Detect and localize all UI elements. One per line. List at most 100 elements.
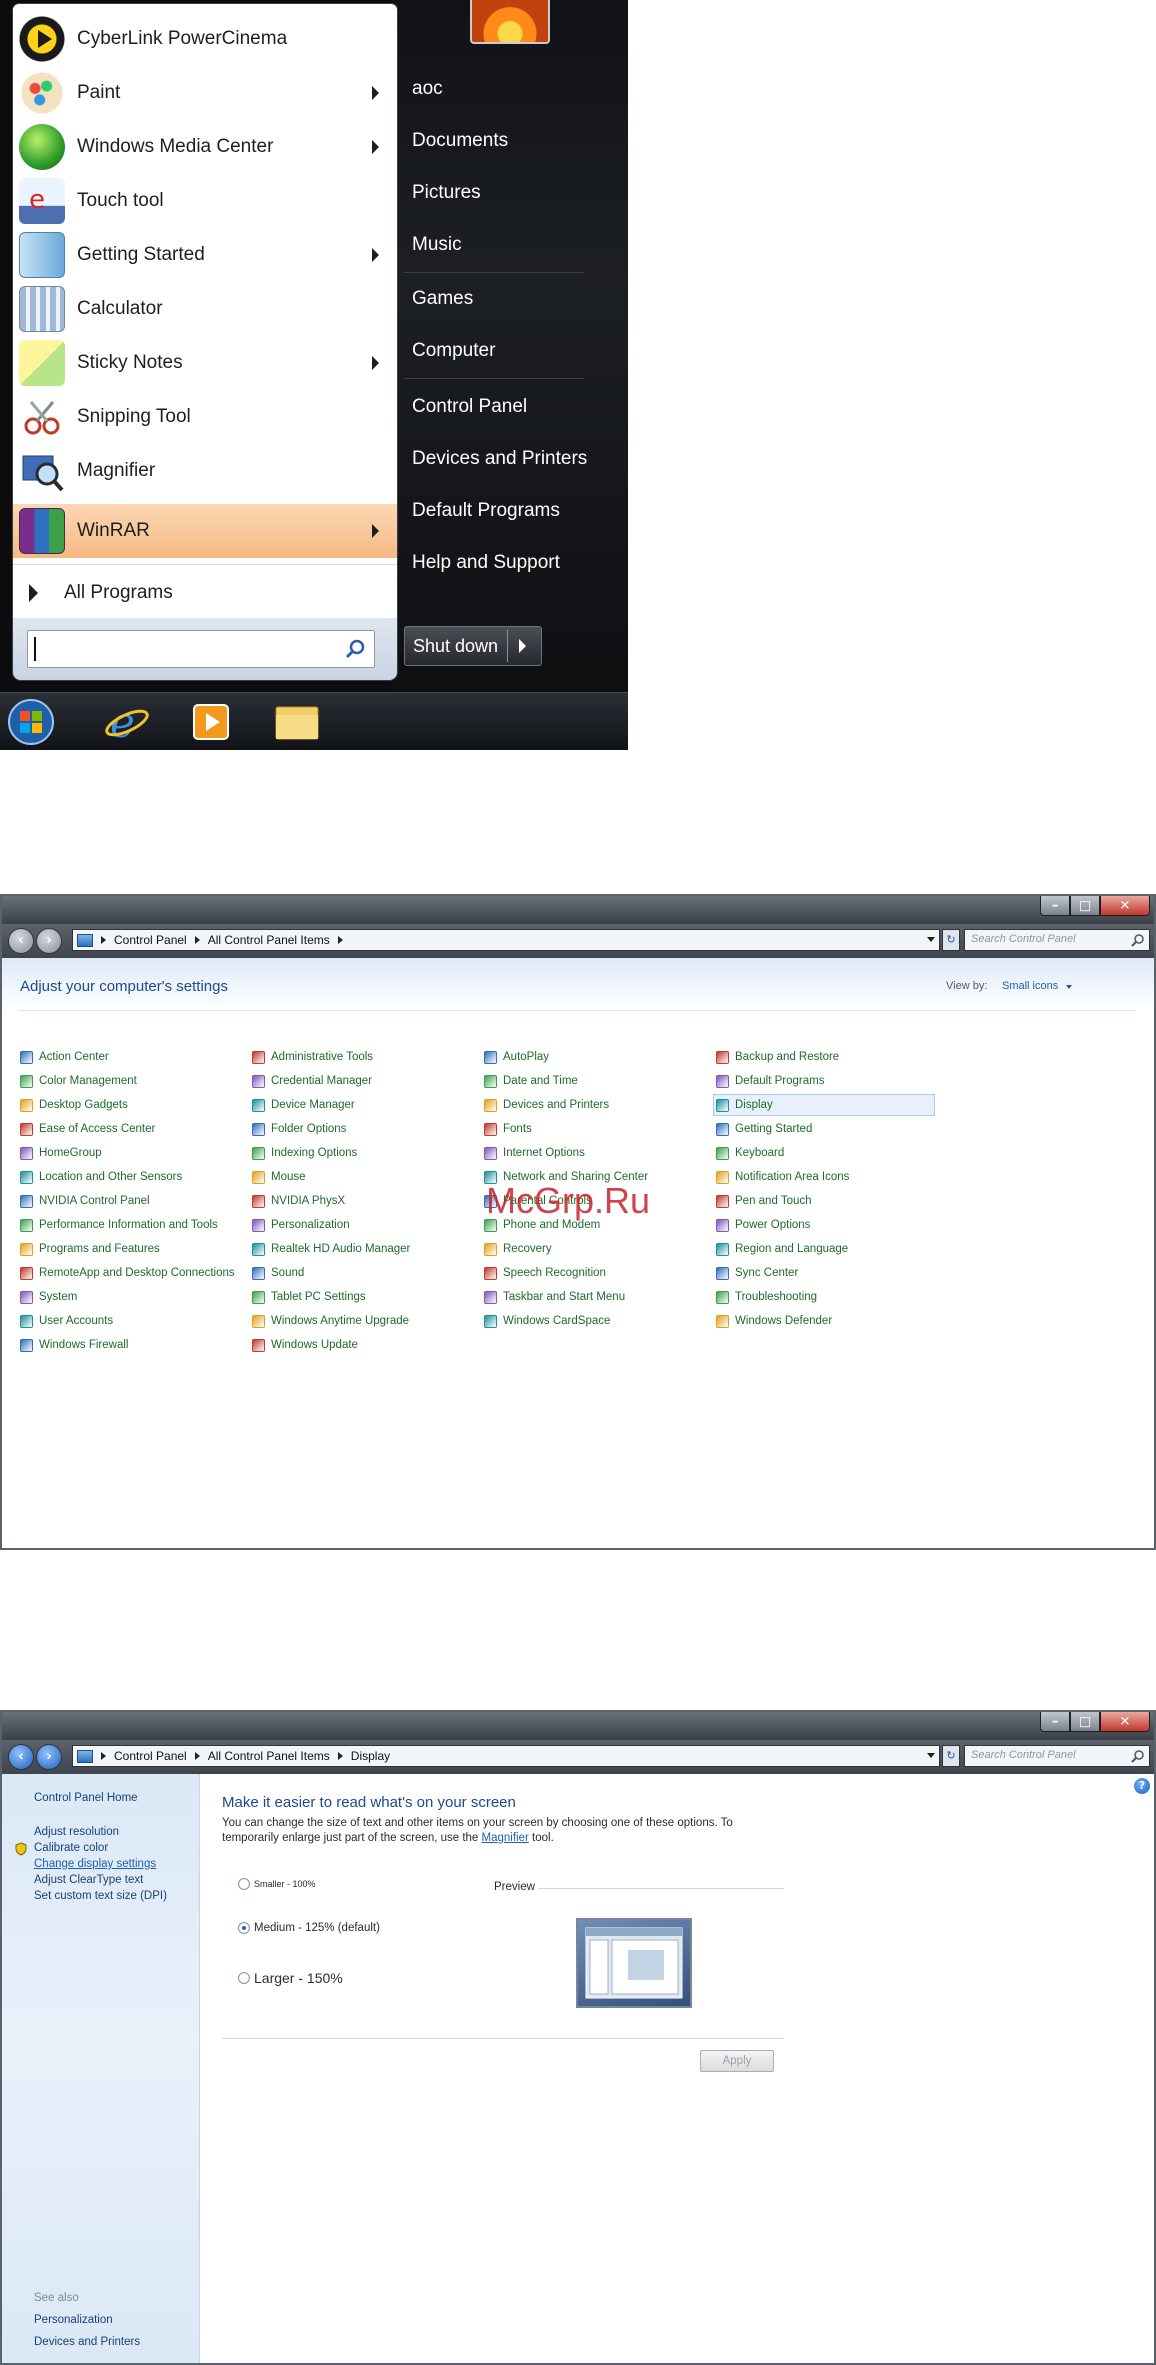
cp-item-indexing-options[interactable]: Indexing Options [252,1142,357,1164]
cp-item-homegroup[interactable]: HomeGroup [20,1142,102,1164]
close-button[interactable]: ✕ [1100,896,1150,916]
option-larger[interactable]: Larger - 150% [238,1970,343,1986]
magnifier-link[interactable]: Magnifier [482,1832,529,1844]
program-powercinema[interactable]: CyberLink PowerCinema [13,12,397,66]
adjust-cleartype-link[interactable]: Adjust ClearType text [34,1874,143,1886]
cp-item-device-manager[interactable]: Device Manager [252,1094,355,1116]
address-field[interactable]: Control Panel All Control Panel Items Di… [72,1745,940,1767]
program-sticky-notes[interactable]: Sticky Notes [13,336,397,390]
personalization-link[interactable]: Personalization [34,2314,113,2326]
refresh-button[interactable]: ↻ [942,929,960,951]
submenu-arrow-icon[interactable] [372,356,379,370]
cp-item-tablet-pc-settings[interactable]: Tablet PC Settings [252,1286,366,1308]
start-link-pictures[interactable]: Pictures [412,182,481,204]
radio-smaller[interactable] [238,1878,250,1890]
start-link-help-support[interactable]: Help and Support [412,552,560,574]
minimize-button[interactable]: – [1040,896,1070,916]
start-link-control-panel[interactable]: Control Panel [412,396,527,418]
program-magnifier[interactable]: Magnifier [13,444,397,498]
back-button[interactable]: ‹ [8,1744,34,1770]
radio-medium[interactable] [238,1922,250,1934]
cp-item-realtek-hd-audio-manager[interactable]: Realtek HD Audio Manager [252,1238,410,1260]
breadcrumb-display[interactable]: Display [351,1749,390,1763]
program-paint[interactable]: Paint [13,66,397,120]
cp-item-mouse[interactable]: Mouse [252,1166,306,1188]
cp-item-sync-center[interactable]: Sync Center [716,1262,798,1284]
devices-printers-link[interactable]: Devices and Printers [34,2336,140,2348]
cp-item-date-and-time[interactable]: Date and Time [484,1070,578,1092]
breadcrumb-control-panel[interactable]: Control Panel [114,1749,187,1763]
submenu-arrow-icon[interactable] [372,248,379,262]
refresh-button[interactable]: ↻ [942,1745,960,1767]
cp-item-getting-started[interactable]: Getting Started [716,1118,812,1140]
cp-item-backup-and-restore[interactable]: Backup and Restore [716,1046,839,1068]
change-display-settings-link[interactable]: Change display settings [34,1858,156,1870]
cp-item-windows-firewall[interactable]: Windows Firewall [20,1334,128,1356]
cp-item-system[interactable]: System [20,1286,77,1308]
program-media-center[interactable]: Windows Media Center [13,120,397,174]
minimize-button[interactable]: – [1040,1712,1070,1732]
cp-item-fonts[interactable]: Fonts [484,1118,532,1140]
start-search-input[interactable] [27,630,375,668]
user-picture[interactable] [470,0,550,44]
search-icon[interactable] [1131,1749,1145,1763]
cp-item-internet-options[interactable]: Internet Options [484,1142,585,1164]
cp-item-administrative-tools[interactable]: Administrative Tools [252,1046,373,1068]
address-field[interactable]: Control Panel All Control Panel Items [72,929,940,951]
start-link-user[interactable]: aoc [412,78,443,100]
apply-button[interactable]: Apply [700,2050,774,2072]
back-button[interactable]: ‹ [8,928,34,954]
cp-item-keyboard[interactable]: Keyboard [716,1142,784,1164]
address-dropdown-icon[interactable] [927,1753,935,1758]
start-link-default-programs[interactable]: Default Programs [412,500,560,522]
start-link-music[interactable]: Music [412,234,462,256]
forward-button[interactable]: › [36,1744,62,1770]
program-snipping-tool[interactable]: Snipping Tool [13,390,397,444]
control-panel-home-link[interactable]: Control Panel Home [34,1792,138,1804]
radio-larger[interactable] [238,1972,250,1984]
cp-item-credential-manager[interactable]: Credential Manager [252,1070,372,1092]
maximize-button[interactable]: □ [1070,896,1100,916]
start-link-games[interactable]: Games [412,288,473,310]
cp-item-windows-cardspace[interactable]: Windows CardSpace [484,1310,610,1332]
cp-item-location-and-other-sensors[interactable]: Location and Other Sensors [20,1166,182,1188]
cp-item-folder-options[interactable]: Folder Options [252,1118,346,1140]
start-link-devices-printers[interactable]: Devices and Printers [412,448,587,470]
start-link-computer[interactable]: Computer [412,340,495,362]
breadcrumb-control-panel[interactable]: Control Panel [114,933,187,947]
close-button[interactable]: ✕ [1100,1712,1150,1732]
search-input[interactable]: Search Control Panel [964,1745,1150,1767]
cp-item-power-options[interactable]: Power Options [716,1214,810,1236]
media-player-icon[interactable] [186,697,236,747]
internet-explorer-icon[interactable]: e [102,697,152,747]
cp-item-taskbar-and-start-menu[interactable]: Taskbar and Start Menu [484,1286,625,1308]
cp-item-speech-recognition[interactable]: Speech Recognition [484,1262,606,1284]
cp-item-troubleshooting[interactable]: Troubleshooting [716,1286,817,1308]
address-dropdown-icon[interactable] [927,937,935,942]
calibrate-color-link[interactable]: Calibrate color [34,1842,108,1854]
search-input[interactable]: Search Control Panel [964,929,1150,951]
cp-item-color-management[interactable]: Color Management [20,1070,137,1092]
submenu-arrow-icon[interactable] [372,140,379,154]
shutdown-options-arrow-icon[interactable] [519,639,526,653]
start-link-documents[interactable]: Documents [412,130,508,152]
help-icon[interactable]: ? [1134,1778,1150,1794]
cp-item-action-center[interactable]: Action Center [20,1046,109,1068]
explorer-folder-icon[interactable] [272,697,322,747]
cp-item-ease-of-access-center[interactable]: Ease of Access Center [20,1118,155,1140]
cp-item-windows-update[interactable]: Windows Update [252,1334,358,1356]
cp-item-performance-information-and-tools[interactable]: Performance Information and Tools [20,1214,218,1236]
cp-item-default-programs[interactable]: Default Programs [716,1070,824,1092]
forward-button[interactable]: › [36,928,62,954]
cp-item-recovery[interactable]: Recovery [484,1238,552,1260]
cp-item-region-and-language[interactable]: Region and Language [716,1238,848,1260]
shutdown-button[interactable]: Shut down [404,626,542,666]
cp-item-autoplay[interactable]: AutoPlay [484,1046,549,1068]
option-smaller[interactable]: Smaller - 100% [238,1878,316,1890]
cp-item-desktop-gadgets[interactable]: Desktop Gadgets [20,1094,128,1116]
program-calculator[interactable]: Calculator [13,282,397,336]
search-icon[interactable] [344,638,366,660]
cp-item-pen-and-touch[interactable]: Pen and Touch [716,1190,812,1212]
cp-item-nvidia-control-panel[interactable]: NVIDIA Control Panel [20,1190,150,1212]
cp-item-remoteapp-and-desktop-connections[interactable]: RemoteApp and Desktop Connections [20,1262,235,1284]
